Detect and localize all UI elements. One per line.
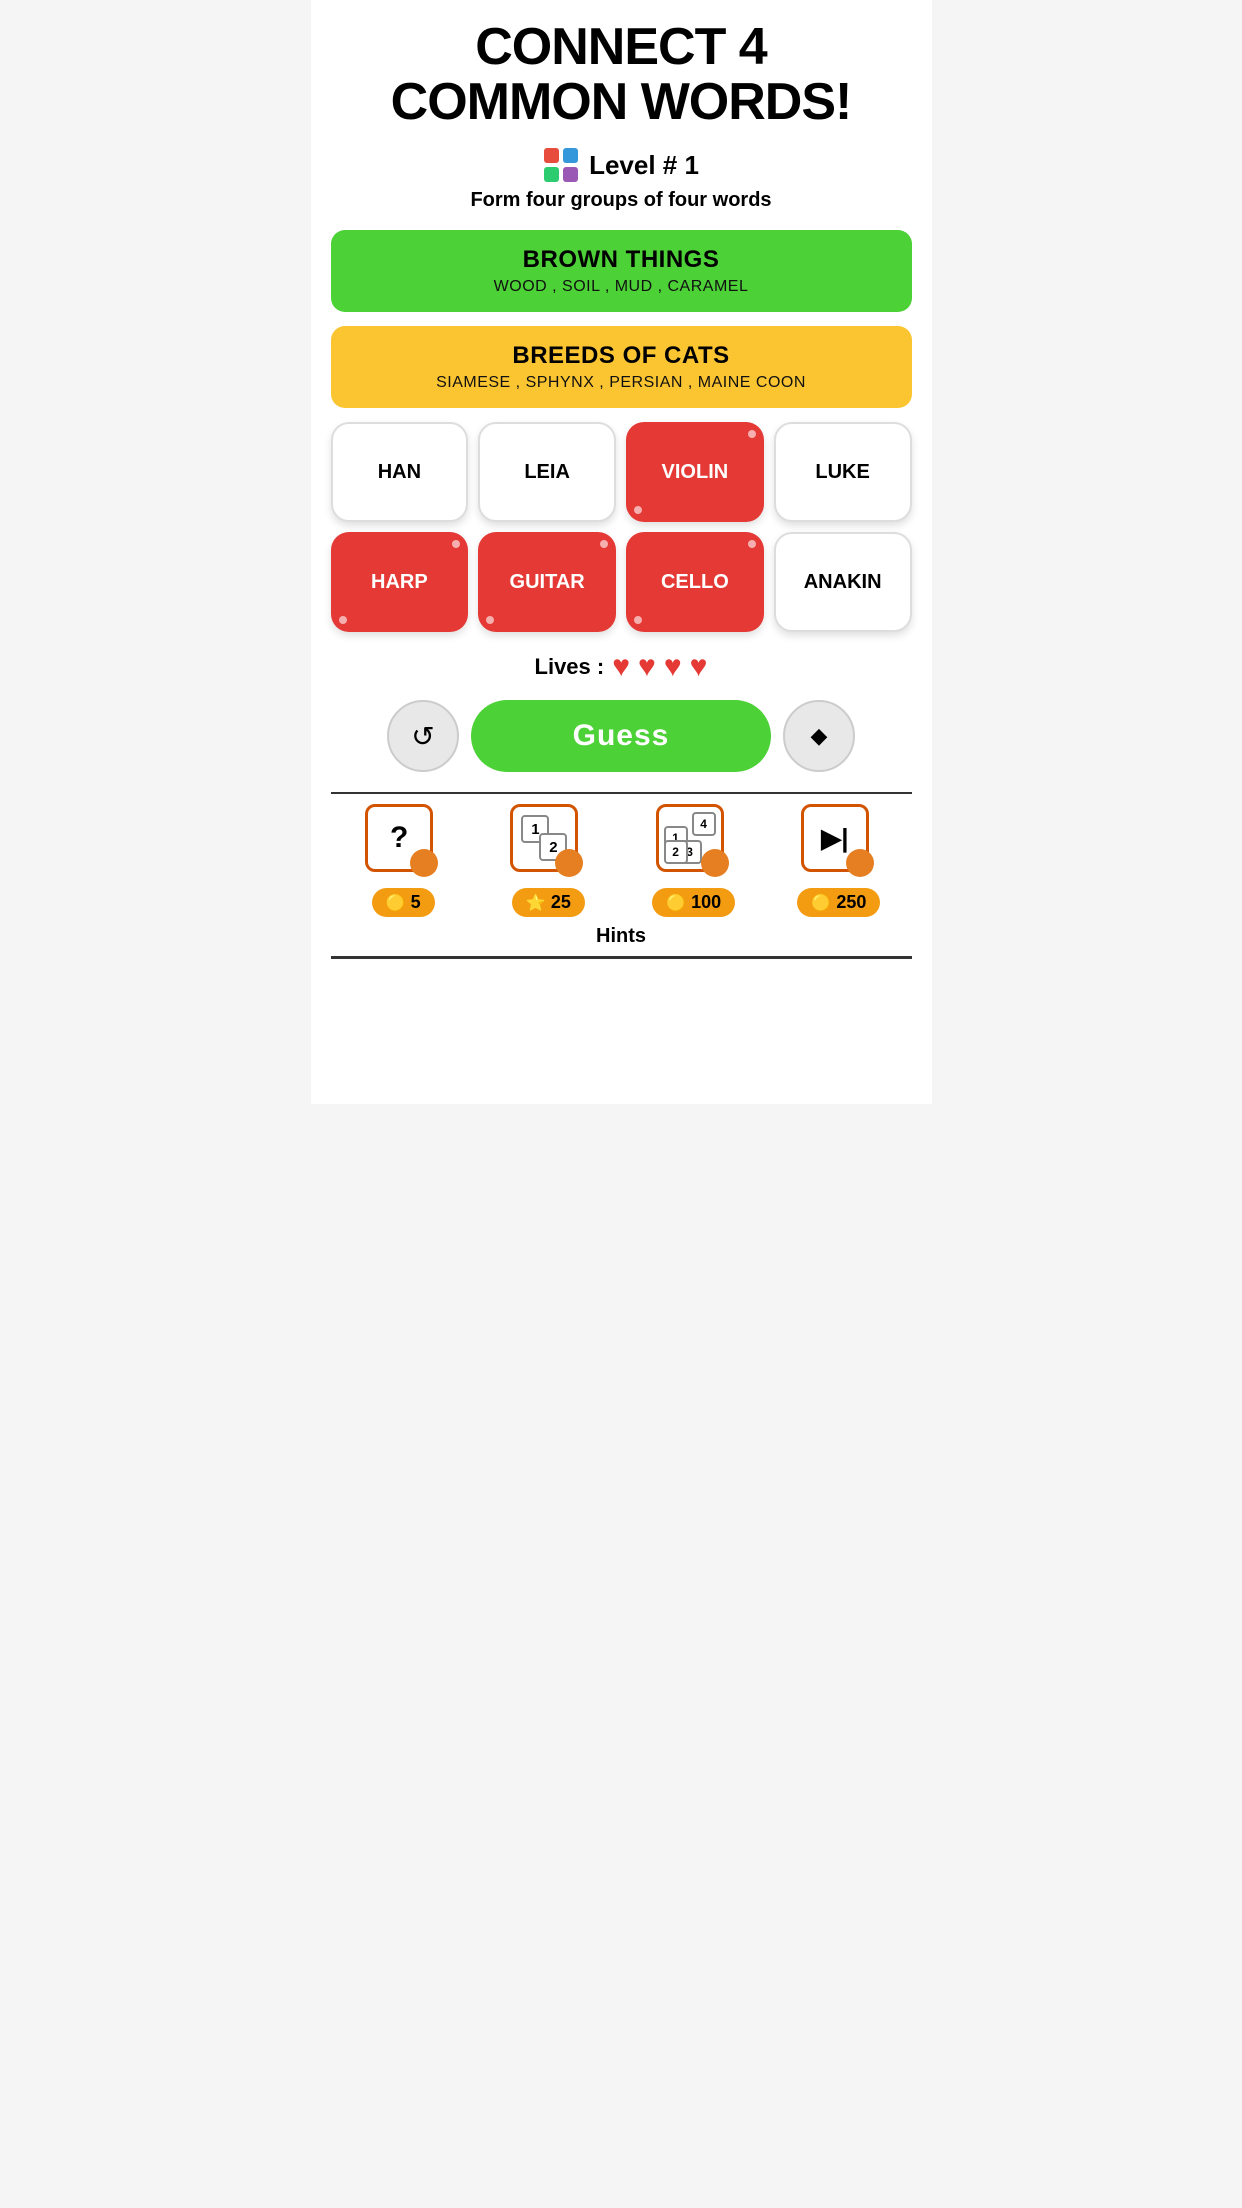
hint-multi-cost: 🟡 100 — [652, 888, 735, 917]
word-tile-guitar[interactable]: GUITAR — [478, 532, 616, 632]
word-tile-violin[interactable]: VIOLIN — [626, 422, 764, 522]
guess-button[interactable]: Guess — [471, 700, 771, 772]
category-yellow-words: SIAMESE , SPHYNX , PERSIAN , MAINE COON — [351, 374, 892, 392]
hint-shuffle[interactable]: 1 2 ⭐ 25 — [476, 804, 621, 917]
coin-icon-4: 🟡 — [811, 893, 831, 913]
hint-reveal-cost: 🟡 5 — [372, 888, 435, 917]
hint-reveal-badge — [410, 849, 438, 877]
shuffle-icon: ↺ — [411, 720, 434, 753]
category-green: BROWN THINGS WOOD , SOIL , MUD , CARAMEL — [331, 230, 912, 312]
coin-icon-3: 🟡 — [666, 893, 686, 913]
grid-icon — [543, 147, 579, 183]
hints-grid: ? 🟡 5 1 2 — [331, 794, 912, 921]
erase-icon: ◆ — [811, 723, 828, 749]
hints-label: Hints — [331, 921, 912, 956]
heart-2: ♥ — [638, 650, 656, 684]
bottom-border — [331, 956, 912, 959]
shuffle-button[interactable]: ↺ — [387, 700, 459, 772]
word-tile-luke[interactable]: LUKE — [774, 422, 912, 522]
hint-multi[interactable]: 4 1 3 2 🟡 100 — [621, 804, 766, 917]
hints-section: ? 🟡 5 1 2 — [331, 792, 912, 959]
word-grid: HANLEIAVIOLINLUKE HARPGUITARCELLOANAKIN — [331, 422, 912, 632]
lives-row: Lives : ♥ ♥ ♥ ♥ — [535, 650, 708, 684]
subtitle: Form four groups of four words — [470, 189, 771, 212]
category-green-words: WOOD , SOIL , MUD , CARAMEL — [351, 278, 892, 296]
action-row: ↺ Guess ◆ — [331, 700, 912, 772]
level-row: Level # 1 — [543, 147, 699, 183]
coin-icon-1: 🟡 — [386, 893, 406, 913]
page-title: CONNECT 4COMMON WORDS! — [391, 20, 852, 129]
hint-shuffle-badge — [555, 849, 583, 877]
level-text: Level # 1 — [589, 150, 699, 181]
word-tile-han[interactable]: HAN — [331, 422, 469, 522]
heart-1: ♥ — [612, 650, 630, 684]
hint-skip-icon: ▶| — [821, 823, 848, 854]
erase-button[interactable]: ◆ — [783, 700, 855, 772]
hint-skip[interactable]: ▶| 🟡 250 — [766, 804, 911, 917]
word-tile-harp[interactable]: HARP — [331, 532, 469, 632]
hint-skip-badge — [846, 849, 874, 877]
hint-reveal-icon: ? — [390, 821, 408, 855]
hint-skip-cost: 🟡 250 — [797, 888, 880, 917]
word-tile-anakin[interactable]: ANAKIN — [774, 532, 912, 632]
hint-reveal[interactable]: ? 🟡 5 — [331, 804, 476, 917]
category-yellow-title: BREEDS OF CATS — [351, 342, 892, 370]
hint-shuffle-cost: ⭐ 25 — [512, 888, 585, 917]
main-container: CONNECT 4COMMON WORDS! Level # 1 Form fo… — [311, 0, 932, 1104]
heart-4: ♥ — [690, 650, 708, 684]
heart-3: ♥ — [664, 650, 682, 684]
coin-icon-2: ⭐ — [526, 893, 546, 913]
word-tile-leia[interactable]: LEIA — [478, 422, 616, 522]
category-yellow: BREEDS OF CATS SIAMESE , SPHYNX , PERSIA… — [331, 326, 912, 408]
lives-label: Lives : — [535, 654, 605, 680]
word-tile-cello[interactable]: CELLO — [626, 532, 764, 632]
hint-multi-badge — [701, 849, 729, 877]
category-green-title: BROWN THINGS — [351, 246, 892, 274]
